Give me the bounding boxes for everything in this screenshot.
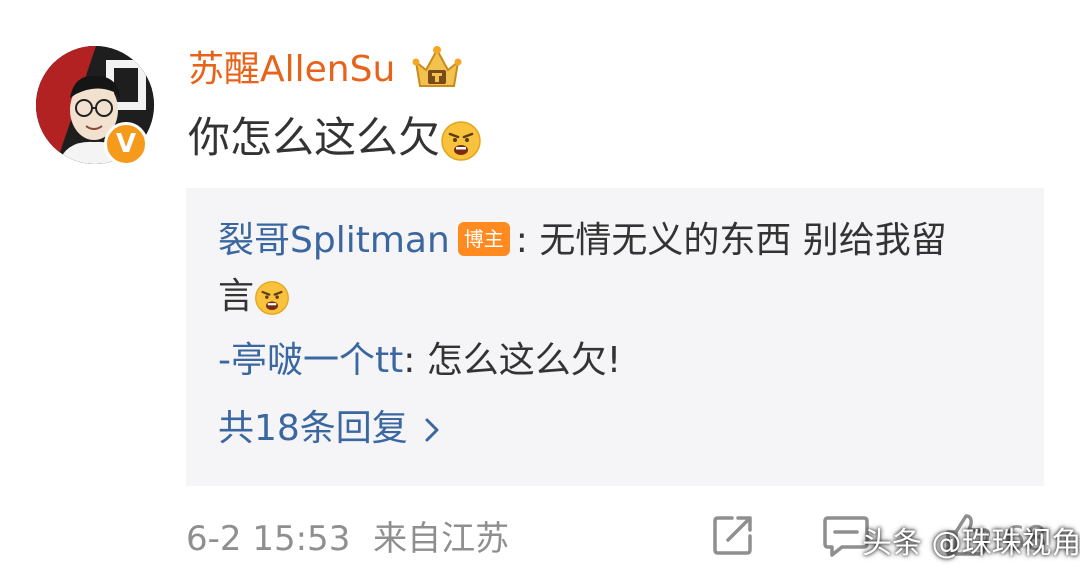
source-location: 来自江苏 bbox=[373, 519, 510, 559]
reply-item-continued: 言 bbox=[218, 272, 290, 322]
timestamp: 6-2 15:53 bbox=[186, 519, 351, 559]
angry-emoji-icon bbox=[441, 120, 481, 161]
crown-icon bbox=[412, 46, 462, 87]
reply-text: : 怎么这么欠! bbox=[403, 340, 622, 381]
comment-username[interactable]: 苏醒AllenSu bbox=[188, 46, 395, 94]
reply-item: 裂哥Splitman 博主: 无情无义的东西 别给我留 bbox=[218, 216, 947, 266]
angry-emoji-icon bbox=[255, 281, 289, 315]
chevron-right-icon bbox=[425, 418, 439, 442]
reply-box[interactable]: 裂哥Splitman 博主: 无情无义的东西 别给我留 言 -亭啵一个tt: 怎么… bbox=[186, 188, 1044, 486]
verified-badge: V bbox=[104, 122, 148, 166]
share-icon[interactable] bbox=[710, 512, 756, 558]
comment-meta: 6-2 15:53 来自江苏 bbox=[186, 514, 509, 564]
blogger-tag: 博主 bbox=[457, 222, 510, 256]
reply-author[interactable]: 裂哥Splitman bbox=[218, 220, 450, 261]
reply-text: : 无情无义的东西 别给我留 bbox=[515, 220, 947, 261]
more-replies-link[interactable]: 共18条回复 bbox=[218, 404, 440, 454]
reply-item: -亭啵一个tt: 怎么这么欠! bbox=[218, 336, 621, 386]
more-replies-label: 共18条回复 bbox=[218, 408, 408, 449]
comment-text-content: 你怎么这么欠 bbox=[188, 113, 441, 162]
reply-text-continued: 言 bbox=[218, 276, 255, 317]
comment-text: 你怎么这么欠 bbox=[188, 110, 482, 166]
reply-author[interactable]: -亭啵一个tt bbox=[218, 340, 403, 381]
watermark: 头条 @珠珠视角 bbox=[862, 526, 1080, 561]
verified-badge-label: V bbox=[115, 129, 137, 159]
